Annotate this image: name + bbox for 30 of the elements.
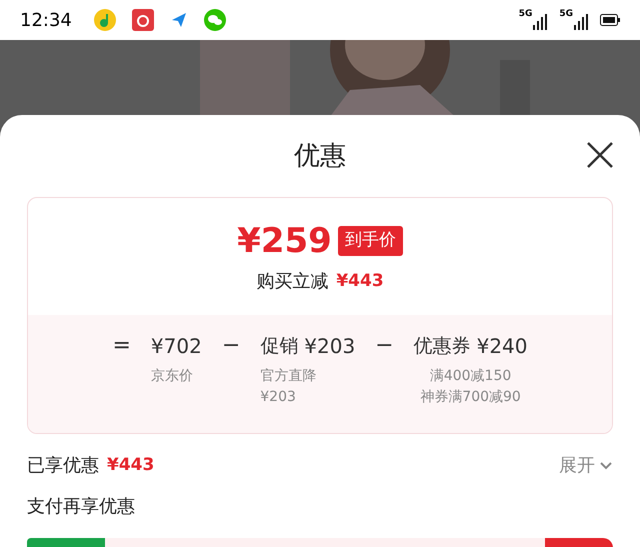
breakdown-amount: ¥203 — [304, 333, 356, 360]
breakdown-note: 神券满700减90 — [420, 388, 521, 407]
sheet-title: 优惠 — [294, 140, 346, 172]
breakdown-amount: ¥240 — [476, 333, 528, 360]
breakdown-note: 满400减150 — [428, 367, 512, 386]
saving-amount: ¥443 — [336, 270, 384, 293]
breakdown-note: 京东价 — [150, 367, 193, 386]
music-app-icon — [94, 9, 116, 31]
breakdown-amount: ¥702 — [150, 333, 202, 360]
enjoyed-label: 已享优惠 — [27, 454, 99, 478]
saving-label: 购买立减 — [256, 270, 328, 294]
breakdown-note: 官方直降 — [260, 367, 316, 386]
clock: 12:34 — [20, 8, 72, 32]
pay-section-title: 支付再享优惠 — [27, 496, 135, 517]
expand-button[interactable]: 展开 — [559, 452, 613, 479]
chat-app-icon — [204, 9, 226, 31]
breakdown-note: ¥203 — [260, 388, 297, 407]
chevron-down-icon — [599, 460, 613, 470]
operator-sign: − — [375, 332, 394, 360]
final-price: ¥259 — [237, 224, 332, 258]
final-price-tag: 到手价 — [338, 226, 403, 256]
enjoyed-amount: ¥443 — [107, 454, 154, 477]
operator-sign: = — [112, 332, 131, 360]
send-icon — [170, 11, 188, 29]
breakdown-label: 促销 — [260, 334, 298, 359]
operator-sign: − — [222, 332, 240, 360]
battery-icon — [600, 14, 620, 26]
breakdown-label: 优惠券 — [414, 334, 471, 359]
close-button[interactable] — [585, 140, 615, 170]
music-app-icon — [132, 9, 154, 31]
